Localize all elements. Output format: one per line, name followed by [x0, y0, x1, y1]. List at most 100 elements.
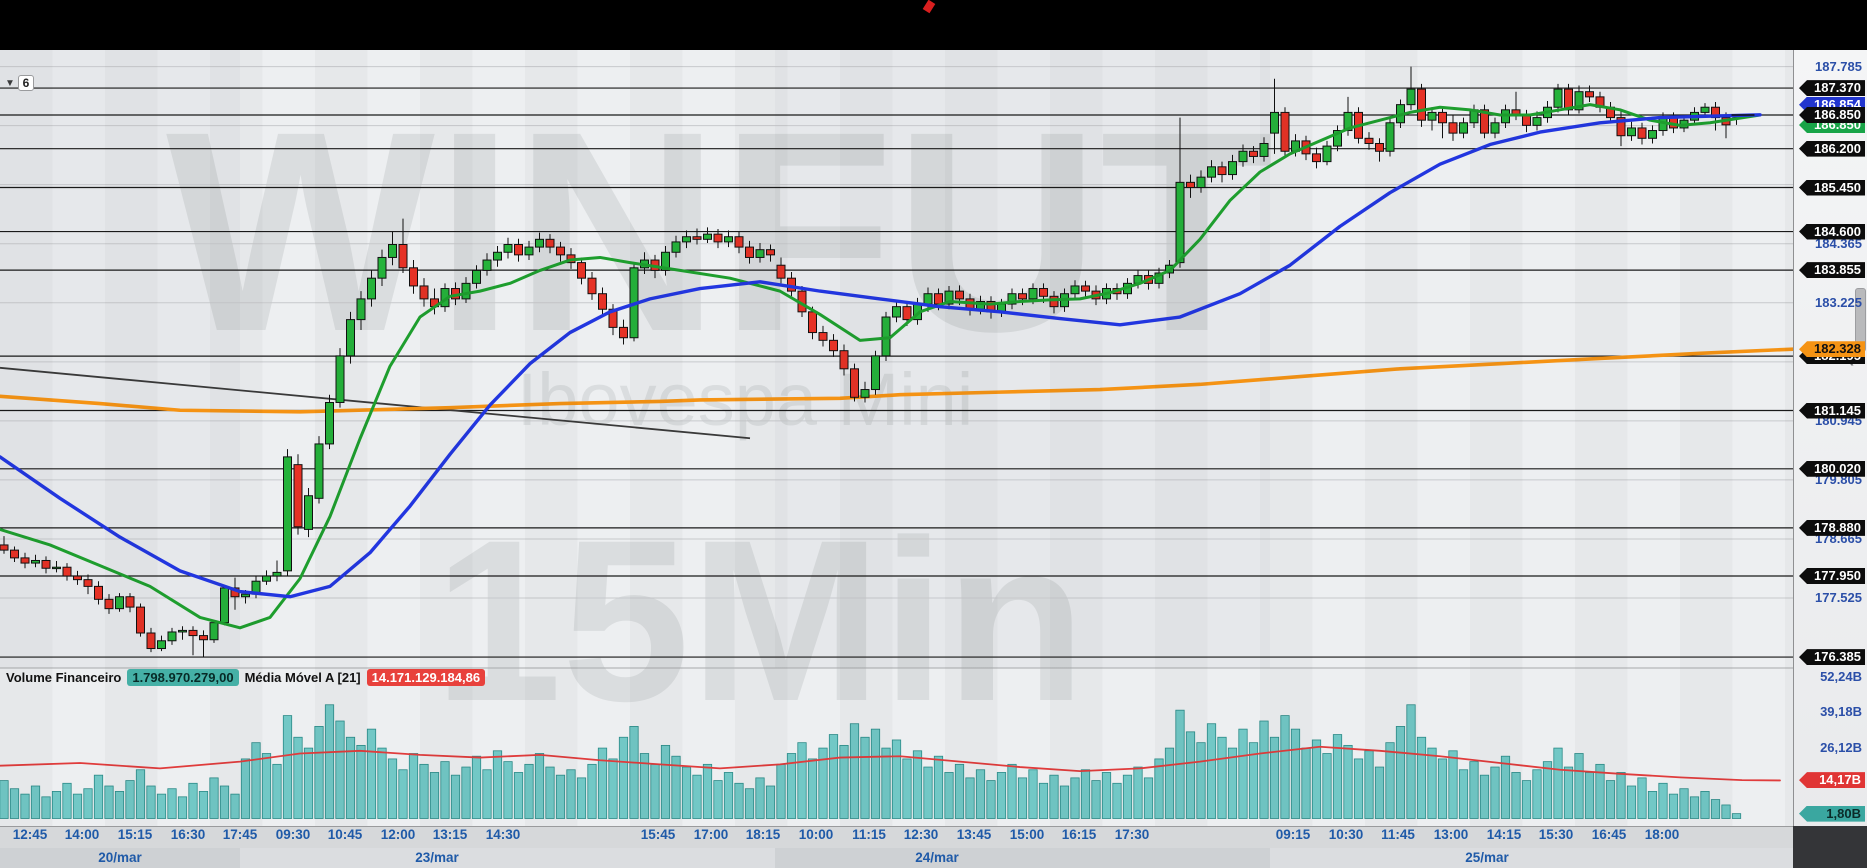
volume-bar [451, 775, 459, 818]
candle-body [1449, 123, 1457, 133]
volume-bar [997, 772, 1005, 818]
candle-body [1050, 296, 1058, 306]
level-price-tag: 186.850 [1799, 107, 1865, 123]
volume-bar [115, 791, 123, 818]
candle-body [105, 599, 113, 608]
level-price-tag: 180.020 [1799, 461, 1865, 477]
volume-tick-label: 52,24B [1820, 669, 1862, 684]
volume-bar [220, 786, 228, 818]
level-price-tag: 184.600 [1799, 224, 1865, 240]
red-annotation-mark [923, 0, 936, 13]
volume-bar [1102, 772, 1110, 818]
time-label: 15:00 [1010, 827, 1045, 842]
volume-bar [630, 726, 638, 818]
volume-bar [1659, 783, 1667, 818]
time-label: 12:00 [381, 827, 416, 842]
time-label: 14:15 [1487, 827, 1522, 842]
date-session-band [240, 848, 775, 868]
candle-body [1386, 123, 1394, 151]
candle-body [1376, 143, 1384, 151]
volume-bar [693, 775, 701, 818]
volume-bar [714, 781, 722, 819]
volume-ma-value-badge: 14.171.129.184,86 [367, 669, 485, 686]
volume-bar [1722, 805, 1730, 819]
candle-body [819, 333, 827, 341]
candle-body [42, 560, 50, 568]
candle-body [1439, 112, 1447, 122]
volume-bar [546, 767, 554, 818]
volume-bar [1239, 729, 1247, 818]
level-price-tag: 178.880 [1799, 520, 1865, 536]
candle-body [809, 312, 817, 333]
candle-body [693, 237, 701, 240]
candle-body [1586, 92, 1594, 97]
candle-body [32, 560, 40, 563]
volume-bar [798, 743, 806, 819]
time-label: 18:15 [746, 827, 781, 842]
candle-body [1082, 286, 1090, 291]
candle-body [84, 580, 92, 587]
volume-bar [472, 756, 480, 818]
candle-body [725, 237, 733, 242]
volume-bar [1491, 767, 1499, 818]
candle-body [53, 567, 61, 568]
candlestick-chart-canvas[interactable]: WINFUTIbovespa Mini15Min [0, 50, 1793, 826]
candle-body [767, 250, 775, 255]
candle-body [11, 550, 19, 558]
volume-bar [1197, 743, 1205, 819]
candle-body [893, 307, 901, 317]
volume-bar [73, 794, 81, 818]
candle-body [1628, 128, 1636, 136]
volume-bar [294, 737, 302, 818]
candle-body [0, 545, 8, 550]
candle-body [1229, 162, 1237, 175]
candle-body [368, 278, 376, 299]
candle-body [1701, 107, 1709, 112]
candle-body [284, 457, 292, 571]
candle-body [242, 594, 250, 597]
candle-body [1418, 89, 1426, 120]
date-label: 20/mar [98, 850, 142, 865]
candle-body [924, 294, 932, 304]
time-label: 11:15 [852, 827, 886, 842]
candle-body [840, 351, 848, 369]
time-label: 10:30 [1329, 827, 1364, 842]
trading-platform-window: WINFUT 15Min bmf − (A 186.810 M 186.850 … [0, 0, 1867, 868]
volume-bar [504, 762, 512, 819]
volume-bar [1008, 764, 1016, 818]
indicator-count-dropdown[interactable]: ▼ 6 [5, 75, 34, 91]
volume-bar [567, 770, 575, 819]
candle-body [1250, 151, 1258, 156]
candle-body [399, 245, 407, 268]
volume-bar [1260, 721, 1268, 818]
time-label: 17:00 [694, 827, 729, 842]
volume-bar [1648, 791, 1656, 818]
volume-bar [1554, 748, 1562, 818]
volume-bar [1323, 754, 1331, 819]
candle-body [1281, 112, 1289, 151]
time-axis[interactable]: 20/mar23/mar24/mar25/mar12:4514:0015:151… [0, 826, 1793, 868]
volume-bar [1417, 737, 1425, 818]
volume-bar [1270, 737, 1278, 818]
volume-bar [1407, 705, 1415, 819]
candle-body [777, 265, 785, 278]
candle-body [1638, 128, 1646, 138]
time-label: 15:45 [641, 827, 676, 842]
candle-body [1040, 289, 1048, 297]
volume-bar [147, 786, 155, 818]
volume-bar [1155, 759, 1163, 819]
candle-body [1176, 182, 1184, 262]
candle-body [1323, 146, 1331, 162]
volume-bar [1365, 751, 1373, 819]
volume-bar [241, 759, 249, 819]
volume-bar [1606, 781, 1614, 819]
candle-body [473, 270, 481, 283]
candle-body [74, 576, 82, 580]
volume-ma-label: Média Móvel A [21] [245, 670, 361, 685]
volume-bar [357, 745, 365, 818]
time-label: 10:00 [799, 827, 834, 842]
candle-body [1019, 294, 1027, 299]
price-axis[interactable]: ❮ 187.785184.365183.225180.945179.805178… [1793, 50, 1867, 826]
time-label: 12:30 [904, 827, 939, 842]
candle-body [1071, 286, 1079, 294]
